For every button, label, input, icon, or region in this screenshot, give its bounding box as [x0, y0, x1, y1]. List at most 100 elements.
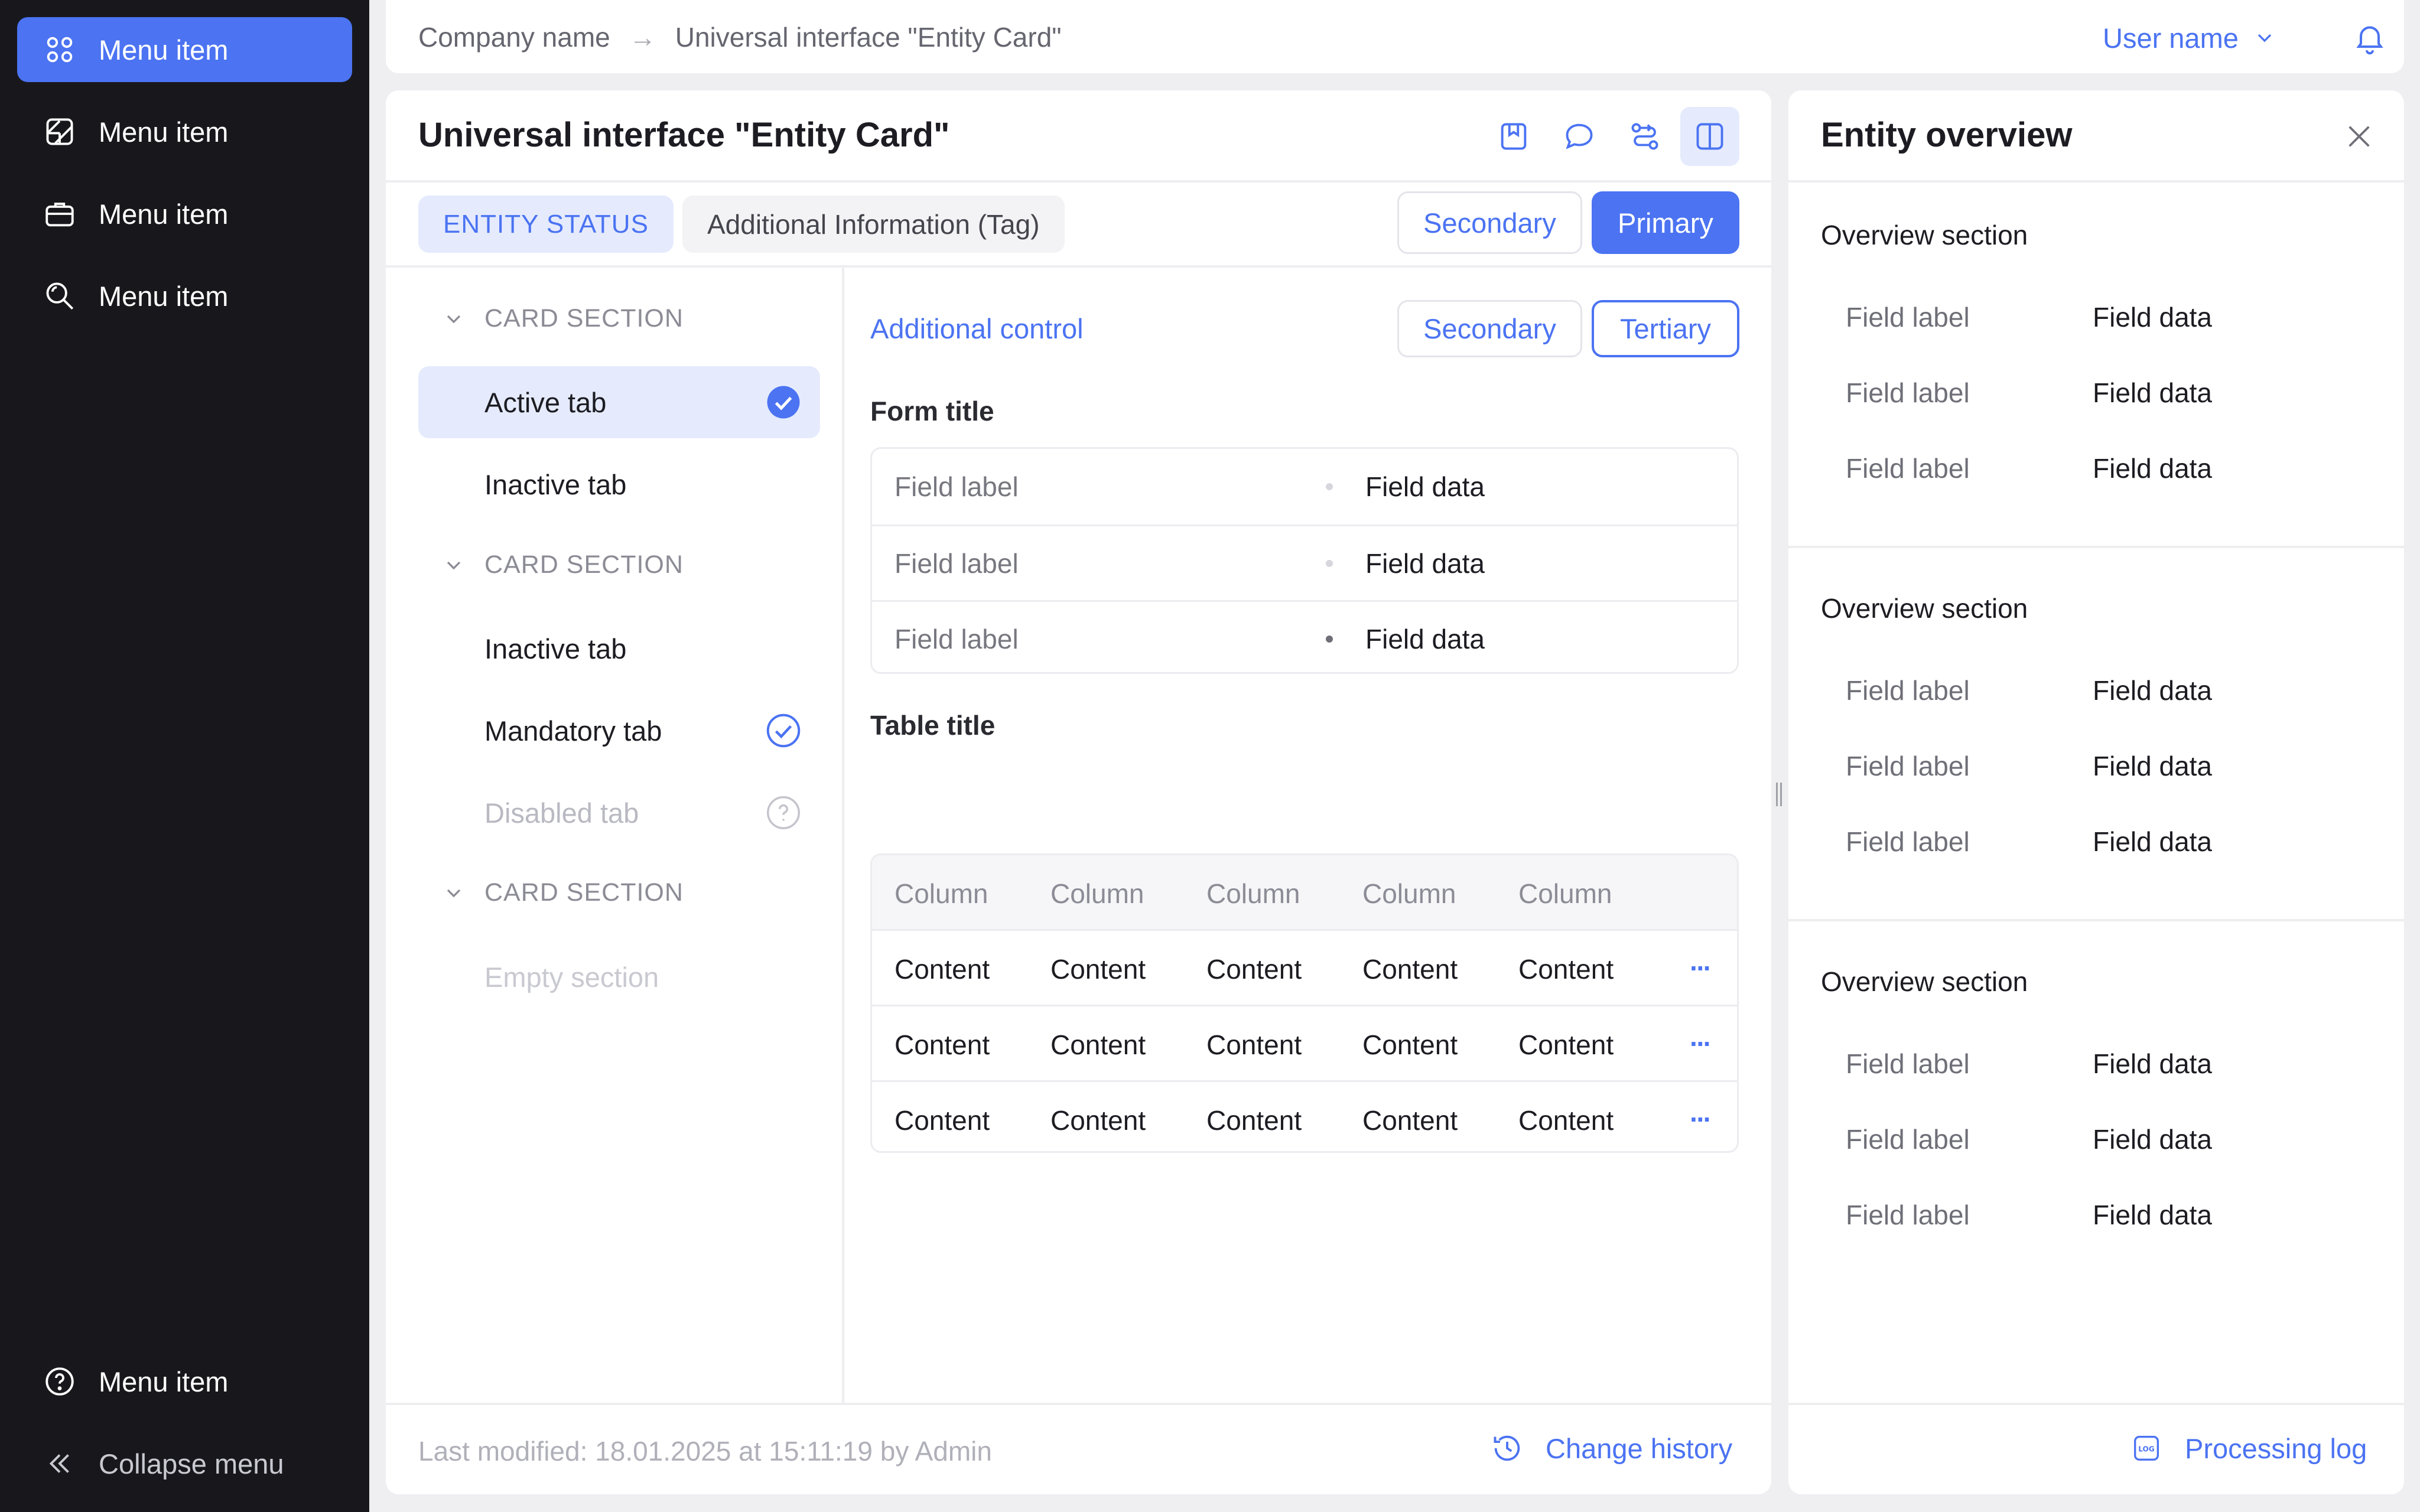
overview-section-title: Overview section	[1821, 966, 2028, 997]
field-value: Field data	[2093, 675, 2213, 706]
sidebar-help-item[interactable]: Menu item	[17, 1349, 352, 1414]
user-name: User name	[2103, 22, 2239, 54]
field-label: Field label	[895, 548, 1019, 579]
field-value: Field data	[2093, 1048, 2213, 1079]
field-label: Field label	[1846, 302, 1970, 333]
save-tool-button[interactable]	[1484, 107, 1543, 166]
tab-label: Inactive tab	[484, 468, 627, 500]
sidebar-item-4[interactable]: Menu item	[17, 263, 352, 328]
form-row: Field label Field data	[872, 524, 1737, 600]
table-cell: Content	[895, 954, 990, 985]
document-edit-icon	[42, 114, 77, 149]
more-actions-icon[interactable]: ···	[1690, 1103, 1712, 1135]
sidebar-item-1[interactable]: Menu item	[17, 17, 352, 82]
breadcrumb: Company name → Universal interface "Enti…	[418, 21, 1062, 53]
column-header[interactable]: Column	[1518, 878, 1612, 910]
collapse-menu-button[interactable]: Collapse menu	[17, 1431, 352, 1496]
card-section-header[interactable]: CARD SECTION	[442, 550, 684, 579]
field-label: Field label	[1846, 1124, 1970, 1155]
bell-icon[interactable]	[2352, 20, 2388, 56]
tab-inactive[interactable]: Inactive tab	[418, 448, 820, 520]
processing-log-link[interactable]: LOG Processing log	[2129, 1431, 2367, 1465]
sidebar-item-3[interactable]: Menu item	[17, 181, 352, 246]
divider	[386, 265, 1771, 268]
column-header[interactable]: Column	[1050, 878, 1144, 910]
top-bar: Company name → Universal interface "Enti…	[386, 0, 2404, 73]
chevron-down-icon	[447, 889, 461, 897]
divider	[386, 180, 1771, 183]
close-icon[interactable]	[2343, 120, 2376, 153]
divider	[842, 266, 844, 1403]
field-label: Field label	[1846, 826, 1970, 857]
form-title: Form title	[870, 396, 994, 426]
comments-tool-button[interactable]	[1550, 107, 1609, 166]
table-row[interactable]: Content Content Content Content Content …	[872, 1005, 1737, 1080]
field-label: Field label	[1846, 751, 1970, 781]
status-badge: ENTITY STATUS	[418, 195, 674, 253]
route-icon	[1631, 123, 1658, 150]
additional-control-link[interactable]: Additional control	[870, 312, 1084, 345]
more-actions-icon[interactable]: ···	[1690, 952, 1712, 984]
secondary-button[interactable]: Secondary	[1397, 191, 1582, 254]
column-header[interactable]: Column	[895, 878, 988, 910]
change-history-link[interactable]: Change history	[1490, 1431, 1732, 1465]
panel-toggle-button[interactable]	[1680, 107, 1739, 166]
field-value: Field data	[2093, 1200, 2213, 1230]
table-cell: Content	[1050, 1029, 1146, 1060]
sidebar-item-label: Menu item	[99, 34, 229, 66]
table-cell: Content	[1518, 1029, 1614, 1060]
entity-card: Universal interface "Entity Card" ENTITY…	[386, 90, 1771, 1494]
field-value[interactable]: Field data	[1365, 623, 1485, 655]
table-row[interactable]: Content Content Content Content Content …	[872, 1080, 1737, 1151]
field-value[interactable]: Field data	[1365, 471, 1485, 503]
field-label: Field label	[1846, 675, 1970, 706]
overview-section-title: Overview section	[1821, 220, 2028, 250]
change-history-label: Change history	[1546, 1432, 1733, 1464]
form: Field label Field data Field label Field…	[870, 447, 1739, 674]
table-cell: Content	[1518, 954, 1614, 985]
field-label: Field label	[1846, 1200, 1970, 1230]
column-header[interactable]: Column	[1362, 878, 1456, 910]
resize-handle[interactable]	[1775, 783, 1783, 806]
sidebar-item-label: Menu item	[99, 116, 229, 148]
tab-label: Disabled tab	[484, 797, 639, 829]
breadcrumb-company[interactable]: Company name	[418, 21, 610, 53]
user-menu[interactable]: User name	[2103, 20, 2388, 56]
primary-button[interactable]: Primary	[1592, 191, 1739, 254]
chevron-down-icon	[447, 561, 461, 569]
apps-icon	[42, 32, 77, 67]
help-icon	[42, 1364, 77, 1399]
field-value[interactable]: Field data	[1365, 548, 1485, 579]
more-actions-icon[interactable]: ···	[1690, 1028, 1712, 1060]
form-row: Field label Field data	[872, 600, 1737, 672]
empty-section-label: Empty section	[484, 961, 659, 993]
divider	[1788, 546, 2404, 548]
route-tool-button[interactable]	[1615, 107, 1674, 166]
question-circle-icon	[767, 796, 800, 829]
collapse-menu-label: Collapse menu	[99, 1448, 284, 1480]
card-section-header[interactable]: CARD SECTION	[442, 878, 684, 907]
table-row[interactable]: Content Content Content Content Content …	[872, 929, 1737, 1005]
table-title: Table title	[870, 710, 996, 741]
field-value: Field data	[2093, 826, 2213, 857]
tab-mandatory[interactable]: Mandatory tab	[418, 695, 820, 767]
form-row: Field label Field data	[872, 449, 1737, 524]
tab-label: Mandatory tab	[484, 715, 662, 747]
tab-inactive[interactable]: Inactive tab	[418, 612, 820, 685]
panel-title: Entity overview	[1821, 116, 2073, 154]
field-value: Field data	[2093, 453, 2213, 484]
chevron-down-icon	[447, 315, 461, 323]
divider	[1788, 919, 2404, 921]
card-section-header[interactable]: CARD SECTION	[442, 304, 684, 333]
bookmark-save-icon	[1501, 123, 1527, 150]
column-header[interactable]: Column	[1206, 878, 1300, 910]
sidebar-item-2[interactable]: Menu item	[17, 99, 352, 164]
secondary-button-2[interactable]: Secondary	[1397, 300, 1582, 357]
dot-indicator	[1326, 483, 1333, 490]
tertiary-button[interactable]: Tertiary	[1592, 300, 1739, 357]
tab-active[interactable]: Active tab	[418, 366, 820, 438]
divider	[1788, 1403, 2404, 1405]
log-icon-text: LOG	[2138, 1445, 2155, 1453]
table-cell: Content	[1362, 1029, 1458, 1060]
history-icon	[1494, 1435, 1520, 1461]
